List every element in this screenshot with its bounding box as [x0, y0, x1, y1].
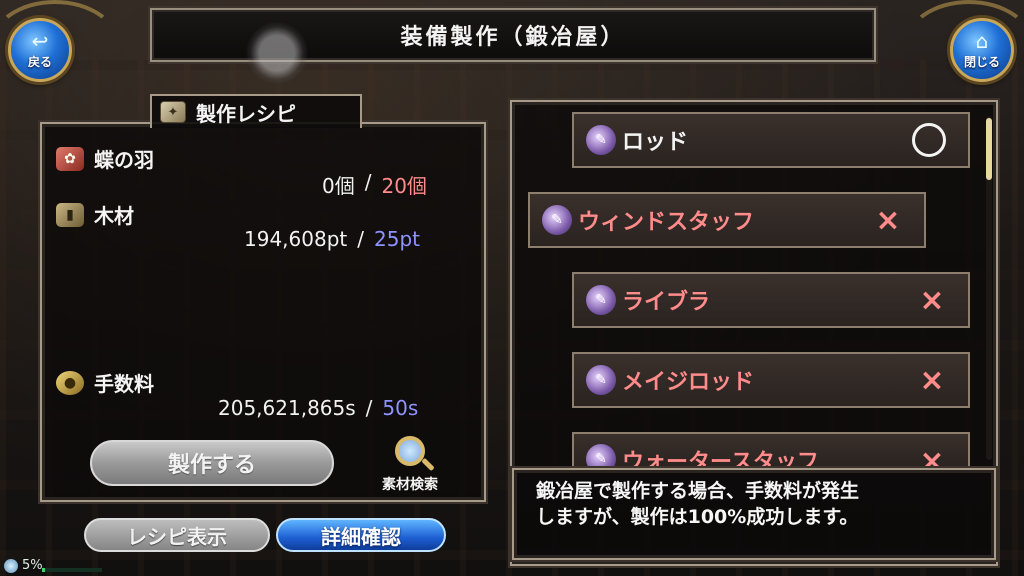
fee-need: 50s — [382, 396, 419, 420]
staff-icon: ✎ — [586, 285, 616, 315]
uncraftable-mark-icon: × — [919, 282, 945, 318]
material-separator: / — [357, 227, 364, 251]
craft-button[interactable]: 製作する — [90, 440, 334, 486]
fee-quantity: 205,621,865s / 50s — [218, 396, 418, 420]
magnifier-icon — [395, 436, 425, 466]
uncraftable-mark-icon: × — [919, 362, 945, 398]
home-icon: ⌂ — [975, 28, 989, 53]
material-search-button[interactable]: 素材検索 — [362, 436, 458, 500]
back-arrow-icon: ↩ — [31, 28, 49, 53]
staff-icon: ✎ — [586, 125, 616, 155]
material-have: 0個 — [322, 174, 355, 198]
scrollbar-thumb[interactable] — [986, 118, 992, 180]
fee-have: 205,621,865s — [218, 396, 356, 420]
weapon-list-item[interactable]: ✎ メイジロッド × — [572, 352, 970, 408]
weapon-list-item[interactable]: ✎ ライブラ × — [572, 272, 970, 328]
progress-label: 5% — [22, 558, 43, 573]
craftable-mark-icon — [912, 123, 946, 157]
back-button[interactable]: ↩ 戻る — [8, 18, 72, 82]
weapon-name: メイジロッド — [622, 370, 755, 395]
material-need: 20個 — [381, 174, 427, 198]
fee-name: 手数料 — [94, 372, 154, 396]
fee-row: ● 手数料 — [56, 368, 154, 397]
download-progress: 5% — [4, 558, 43, 573]
progress-bar-fill — [42, 568, 45, 572]
material-need: 25pt — [374, 227, 420, 251]
weapon-list-item-selected[interactable]: ✎ ウィンドスタッフ × — [528, 192, 926, 248]
material-row: ✿ 蝶の羽 — [56, 144, 154, 173]
material-search-label: 素材検索 — [382, 477, 438, 493]
fee-separator: / — [365, 396, 373, 420]
material-row: ▮ 木材 — [56, 200, 134, 229]
material-quantity: 194,608pt / 25pt — [244, 227, 420, 251]
material-name: 蝶の羽 — [94, 148, 154, 172]
material-separator: / — [364, 170, 372, 194]
description-text: 鍛冶屋で製作する場合、手数料が発生 しますが、製作は100%成功します。 — [536, 480, 860, 528]
staff-icon: ✎ — [586, 365, 616, 395]
close-button[interactable]: ⌂ 閉じる — [950, 18, 1014, 82]
uncraftable-mark-icon: × — [919, 444, 945, 468]
material-quantity: 0個 / 20個 — [322, 170, 427, 199]
weapon-list-item[interactable]: ✎ ロッド — [572, 112, 970, 168]
close-button-label: 閉じる — [963, 54, 1000, 69]
material-have: 194,608pt — [244, 227, 348, 251]
material-name: 木材 — [94, 204, 134, 228]
staff-icon: ✎ — [542, 205, 572, 235]
recipe-header: ✦ 製作レシピ — [150, 94, 362, 128]
progress-icon — [4, 558, 18, 573]
weapon-name: ロッド — [622, 130, 689, 155]
feather-icon: ✿ — [56, 146, 84, 171]
weapon-name: ライブラ — [622, 290, 711, 315]
weapon-name: ウィンドスタッフ — [578, 210, 755, 235]
staff-icon: ✎ — [586, 444, 616, 466]
touch-indicator — [246, 22, 308, 84]
uncraftable-mark-icon: × — [875, 202, 901, 238]
recipe-view-button[interactable]: レシピ表示 — [84, 518, 270, 552]
coin-icon: ● — [56, 370, 84, 395]
progress-bar — [42, 568, 102, 572]
weapon-list-item[interactable]: ✎ ウォータースタッフ × — [572, 432, 970, 468]
page-title: 装備製作（鍛冶屋） — [400, 25, 626, 50]
recipe-header-label: 製作レシピ — [196, 101, 296, 126]
recipe-book-icon: ✦ — [160, 101, 186, 123]
wood-icon: ▮ — [56, 202, 84, 227]
list-scrollbar[interactable] — [986, 116, 992, 460]
back-button-label: 戻る — [27, 54, 52, 69]
detail-button[interactable]: 詳細確認 — [276, 518, 446, 552]
weapon-name: ウォータースタッフ — [622, 450, 819, 468]
